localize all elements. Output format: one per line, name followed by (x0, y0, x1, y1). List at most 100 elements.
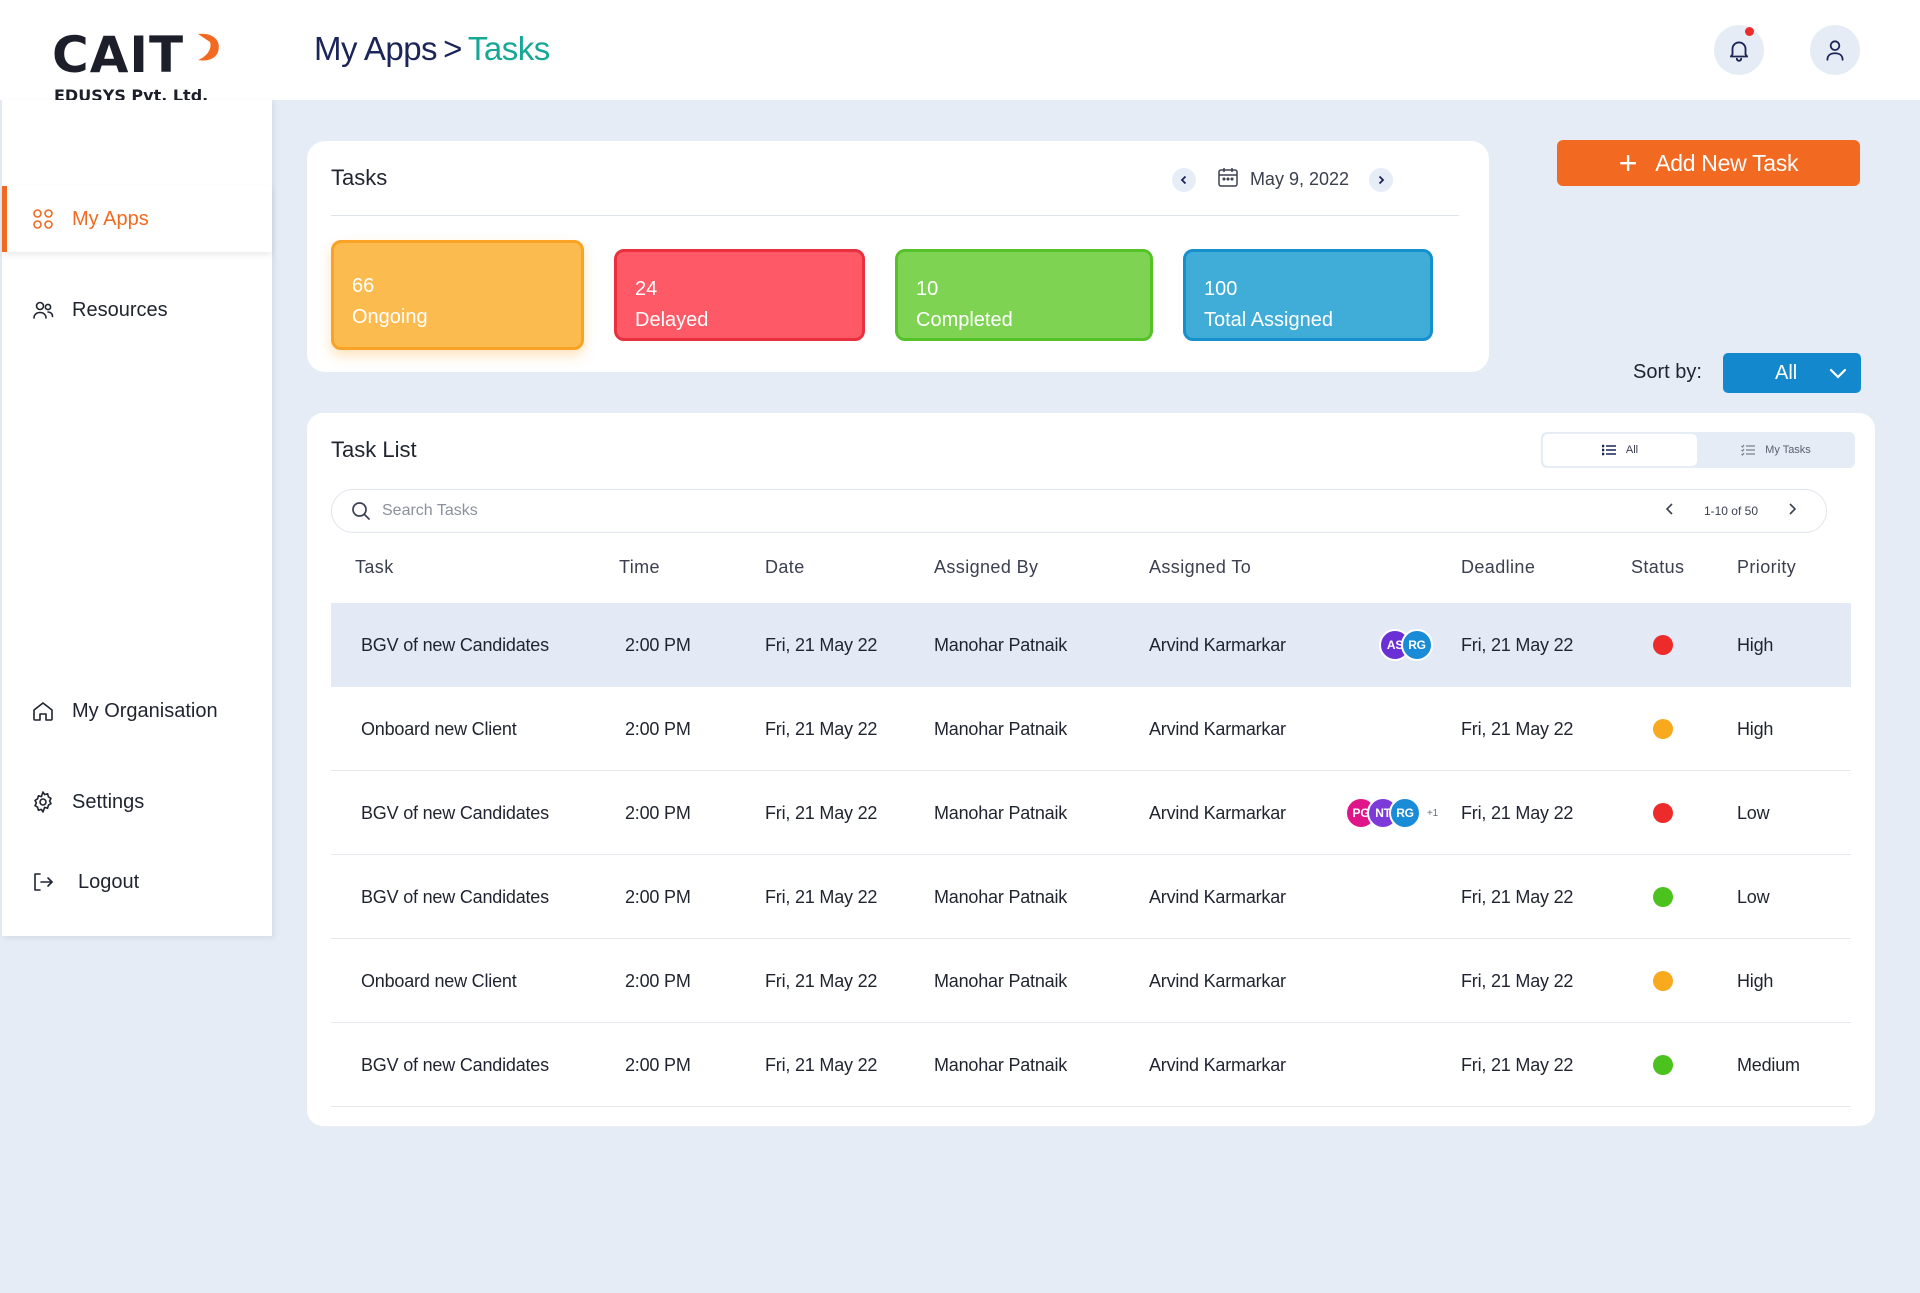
table-row[interactable]: Onboard new Client 2:00 PM Fri, 21 May 22 M… (331, 939, 1851, 1023)
cell-assigned-by: Manohar Patnaik (934, 718, 1068, 739)
sidebar-item-label: Settings (72, 790, 145, 813)
cell-priority: High (1737, 970, 1774, 991)
stat-value: 66 (352, 275, 375, 297)
cell-assigned-to: Arvind Karmarkar (1149, 970, 1286, 991)
sidebar-item-label: Logout (78, 870, 140, 893)
add-new-task-label: Add New Task (1655, 149, 1799, 176)
breadcrumb-my-apps[interactable]: My Apps (314, 30, 438, 67)
column-header-deadline[interactable]: Deadline (1461, 557, 1535, 578)
cell-priority: High (1737, 718, 1774, 739)
table-row[interactable]: Onboard new Client 2:00 PM Fri, 21 May 22 M… (331, 687, 1851, 771)
toggle-all[interactable]: All (1543, 434, 1697, 466)
stat-value: 100 (1204, 278, 1238, 300)
date-navigator: May 9, 2022 (1171, 165, 1393, 194)
search-input[interactable] (382, 502, 1082, 520)
avatar-group: AS RG (1379, 629, 1433, 661)
next-date-button[interactable] (1369, 167, 1393, 192)
calendar-icon[interactable] (1216, 165, 1240, 194)
sidebar-item-my-apps[interactable]: My Apps (2, 186, 272, 252)
top-bar: CAIT EDUSYS Pvt. Ltd. My Apps > Tasks (0, 0, 1920, 105)
logout-icon (30, 869, 56, 895)
cell-status (1653, 1023, 1673, 1107)
sidebar-item-my-organisation[interactable]: My Organisation (2, 678, 272, 744)
chevron-down-icon (1829, 368, 1847, 379)
sidebar-item-logout[interactable]: Logout (2, 849, 272, 915)
sidebar-item-settings[interactable]: Settings (2, 769, 272, 835)
cell-deadline: Fri, 21 May 22 (1461, 718, 1574, 739)
column-header-date[interactable]: Date (765, 557, 805, 578)
cell-task: Onboard new Client (361, 718, 517, 739)
stat-card-total-assigned[interactable]: 100 Total Assigned (1183, 249, 1433, 341)
tasks-summary-card: Tasks May 9, 2022 66 Ongoing 24 Delayed … (307, 141, 1489, 372)
column-header-assigned-to[interactable]: Assigned To (1149, 557, 1251, 578)
avatar-overflow-count: +1 (1427, 807, 1439, 819)
cell-assigned-by: Manohar Patnaik (934, 970, 1068, 991)
stat-card-delayed[interactable]: 24 Delayed (614, 249, 865, 341)
view-toggle: All My Tasks (1541, 432, 1855, 468)
column-header-status[interactable]: Status (1631, 557, 1684, 578)
add-new-task-button[interactable]: + Add New Task (1557, 140, 1860, 186)
current-date: May 9, 2022 (1249, 169, 1349, 189)
stat-card-completed[interactable]: 10 Completed (895, 249, 1153, 341)
cell-time: 2:00 PM (625, 634, 691, 655)
profile-button[interactable] (1810, 25, 1860, 75)
stat-card-ongoing[interactable]: 66 Ongoing (331, 240, 584, 350)
list-icon (1601, 444, 1616, 456)
cell-time: 2:00 PM (625, 886, 691, 907)
cell-priority: Low (1737, 802, 1770, 823)
notification-button[interactable] (1714, 25, 1764, 75)
cell-priority: High (1737, 634, 1774, 655)
cell-assigned-to: Arvind Karmarkar (1149, 886, 1286, 907)
table-row[interactable]: BGV of new Candidates 2:00 PM Fri, 21 May … (331, 855, 1851, 939)
cell-task: BGV of new Candidates (361, 634, 549, 655)
cell-deadline: Fri, 21 May 22 (1461, 970, 1574, 991)
toggle-all-label: All (1625, 444, 1639, 456)
sidebar-item-label: Resources (72, 298, 168, 321)
logo-swoosh-icon (198, 33, 219, 61)
cell-date: Fri, 21 May 22 (765, 886, 878, 907)
cell-date: Fri, 21 May 22 (765, 718, 878, 739)
status-indicator (1653, 887, 1673, 907)
search-icon (352, 502, 370, 520)
bell-icon (1729, 41, 1749, 62)
previous-date-button[interactable] (1171, 167, 1196, 192)
column-header-priority[interactable]: Priority (1737, 557, 1796, 578)
toggle-my-tasks[interactable]: My Tasks (1701, 434, 1851, 466)
cell-status (1653, 771, 1673, 855)
assignee-avatars[interactable]: AS RG (1379, 603, 1433, 687)
table-row[interactable]: BGV of new Candidates 2:00 PM Fri, 21 May … (331, 603, 1851, 687)
task-list-title: Task List (331, 437, 417, 462)
column-header-assigned-by[interactable]: Assigned By (934, 557, 1038, 578)
cell-assigned-to: Arvind Karmarkar (1149, 718, 1286, 739)
chevron-right-icon (1789, 503, 1797, 515)
cell-assigned-to: Arvind Karmarkar (1149, 802, 1286, 823)
task-list-card: Task List All My Tasks 1-10 of 50 Task T… (307, 413, 1875, 1126)
avatar: RG (1389, 797, 1421, 829)
next-page-button[interactable] (1786, 500, 1798, 521)
avatar-group: PG NT RG +1 (1345, 797, 1438, 829)
cell-deadline: Fri, 21 May 22 (1461, 634, 1574, 655)
previous-page-button[interactable] (1664, 500, 1676, 521)
toggle-my-tasks-label: My Tasks (1765, 444, 1811, 456)
table-row[interactable]: BGV of new Candidates 2:00 PM Fri, 21 May … (331, 771, 1851, 855)
user-icon (1826, 40, 1844, 61)
status-indicator (1653, 1055, 1673, 1075)
cell-date: Fri, 21 May 22 (765, 802, 878, 823)
stat-label: Completed (916, 309, 1013, 331)
cell-deadline: Fri, 21 May 22 (1461, 802, 1574, 823)
cell-assigned-to: Arvind Karmarkar (1149, 634, 1286, 655)
summary-divider (331, 215, 1459, 216)
assignee-avatars[interactable]: PG NT RG +1 (1345, 771, 1438, 855)
users-icon (30, 297, 56, 323)
cell-date: Fri, 21 May 22 (765, 634, 878, 655)
plus-icon: + (1618, 145, 1638, 181)
sidebar-item-resources[interactable]: Resources (2, 277, 272, 343)
table-row[interactable]: BGV of new Candidates 2:00 PM Fri, 21 May … (331, 1023, 1851, 1107)
cell-status (1653, 855, 1673, 939)
column-header-task[interactable]: Task (355, 557, 394, 578)
gear-icon (30, 789, 56, 815)
sort-dropdown[interactable]: All (1723, 353, 1861, 393)
chevron-left-icon (1180, 175, 1187, 184)
cell-status (1653, 687, 1673, 771)
column-header-time[interactable]: Time (619, 557, 660, 578)
